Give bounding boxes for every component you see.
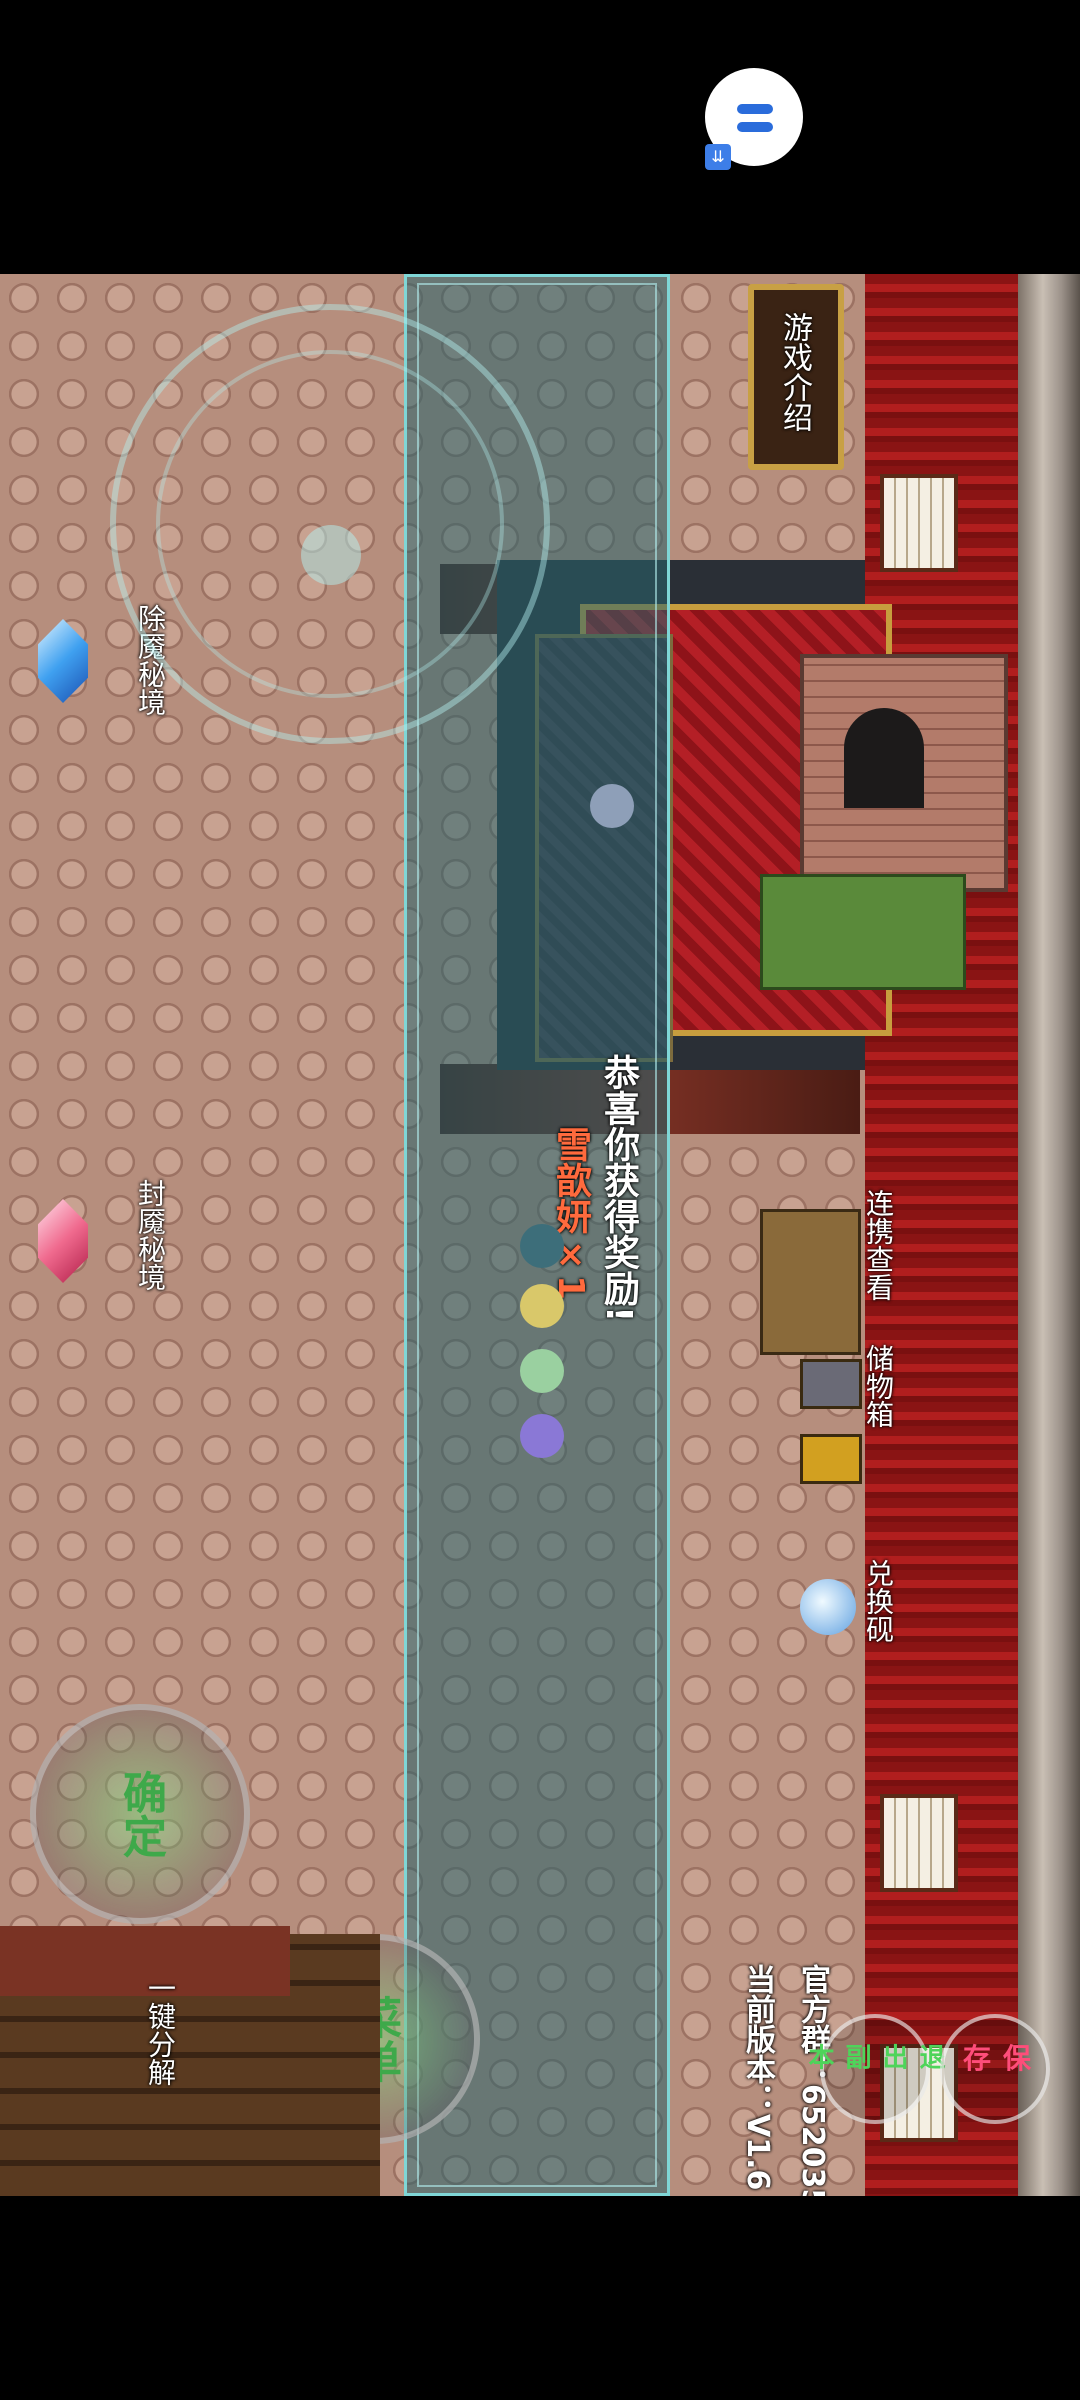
confirm-button[interactable]: 确定 bbox=[30, 1704, 250, 1924]
version-label: 当前版本：V1.6 bbox=[740, 1964, 775, 2191]
reward-title: 恭喜你获得奖励! bbox=[598, 1054, 639, 1323]
storage-chest[interactable] bbox=[800, 1359, 862, 1409]
blue-crystal-icon[interactable] bbox=[38, 619, 88, 703]
save-button[interactable]: 保存 bbox=[940, 2014, 1050, 2124]
storage-label: 储物箱 bbox=[862, 1344, 895, 1428]
download-icon: ⇊ bbox=[705, 144, 731, 170]
window bbox=[880, 1794, 958, 1892]
virtual-joystick[interactable] bbox=[110, 304, 550, 744]
joystick-knob[interactable] bbox=[301, 525, 361, 585]
navigation-bar-area bbox=[0, 2196, 1080, 2400]
npc-boss[interactable] bbox=[590, 784, 634, 828]
party-member[interactable] bbox=[520, 1284, 564, 1328]
party-member[interactable] bbox=[520, 1349, 564, 1393]
game-intro-sign[interactable]: 游戏介绍 bbox=[748, 284, 844, 470]
green-cabinet bbox=[760, 874, 966, 990]
gold-chest[interactable] bbox=[800, 1434, 862, 1484]
fireplace bbox=[800, 654, 1008, 892]
wall-rail bbox=[1018, 274, 1080, 2196]
party-member[interactable] bbox=[520, 1414, 564, 1458]
one-click-label: 一键分解 bbox=[144, 1974, 177, 2086]
seal-realm-label: 封魇秘境 bbox=[134, 1179, 167, 1291]
pink-crystal-icon[interactable] bbox=[38, 1199, 88, 1283]
team-view-desk[interactable] bbox=[760, 1209, 861, 1355]
team-view-label: 连携查看 bbox=[862, 1189, 895, 1301]
exchange-label: 兑换砚 bbox=[862, 1559, 895, 1643]
party-member[interactable] bbox=[520, 1224, 564, 1268]
exit-instance-button[interactable]: 退出副本 bbox=[804, 2014, 945, 2124]
reward-item: 雪歆妍×1 bbox=[550, 1126, 591, 1301]
game-viewport[interactable]: 恭喜你获得奖励! 雪歆妍×1 游戏介绍 连携查看 储物箱 兑换砚 除魇秘境 封魇… bbox=[0, 274, 1080, 2196]
menu-bars-icon bbox=[737, 104, 773, 114]
exchange-orb[interactable] bbox=[800, 1579, 856, 1635]
window bbox=[880, 474, 958, 572]
floating-menu-button[interactable]: ⇊ bbox=[705, 68, 803, 170]
status-bar-area bbox=[0, 0, 1080, 274]
